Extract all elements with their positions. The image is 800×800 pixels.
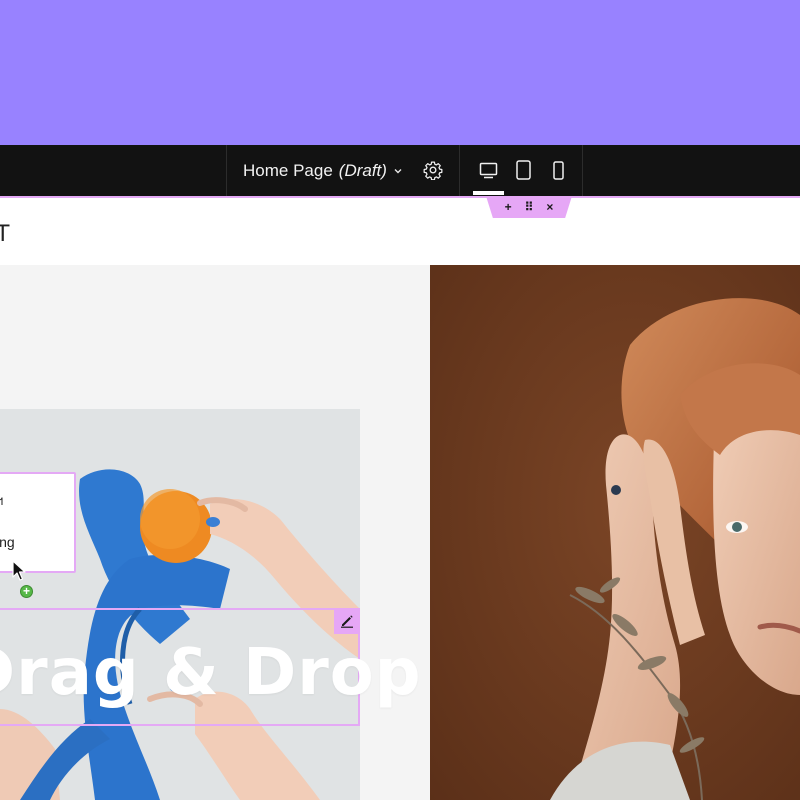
add-element-icon[interactable]: +: [20, 585, 33, 598]
portrait-photo: [430, 265, 800, 800]
top-background-band: [0, 0, 800, 145]
page-status: (Draft): [338, 161, 387, 180]
toolbar-divider: [582, 145, 583, 196]
hero-card-image: [0, 409, 360, 800]
mobile-icon: [552, 160, 564, 180]
gear-icon[interactable]: [423, 160, 443, 180]
editor-toolbar: Home Page (Draft): [0, 145, 800, 196]
site-logo: T: [0, 222, 10, 247]
close-section-button[interactable]: ×: [546, 200, 553, 214]
chevron-down-icon: [394, 169, 402, 174]
dropdown-item[interactable]: ing: [0, 534, 15, 550]
editor-stage: Home Page (Draft) + ⠿ × T ng + Drag & Dr…: [0, 0, 800, 800]
mouse-cursor-icon: [12, 560, 26, 581]
page-selector[interactable]: Home Page (Draft): [243, 159, 403, 183]
toolbar-divider: [226, 145, 227, 196]
desktop-view-button[interactable]: [478, 160, 499, 180]
add-section-button[interactable]: +: [505, 200, 512, 214]
element-dropdown: ฯ ing: [0, 472, 76, 573]
portrait-image: [430, 265, 800, 800]
tablet-icon: [515, 160, 531, 180]
page-name: Home Page: [243, 161, 333, 180]
drag-handle-icon[interactable]: ⠿: [525, 200, 534, 214]
edit-heading-button[interactable]: [334, 608, 360, 634]
desktop-icon: [479, 162, 498, 178]
tablet-view-button[interactable]: [514, 160, 532, 180]
dropdown-item[interactable]: ฯ: [0, 490, 3, 511]
mobile-view-button[interactable]: [551, 160, 565, 180]
card-photo: [0, 409, 360, 800]
hero-heading[interactable]: Drag & Drop: [0, 636, 422, 710]
section-controls: + ⠿ ×: [486, 196, 572, 218]
active-device-indicator: [473, 191, 504, 195]
toolbar-divider: [459, 145, 460, 196]
pencil-icon: [341, 615, 353, 628]
